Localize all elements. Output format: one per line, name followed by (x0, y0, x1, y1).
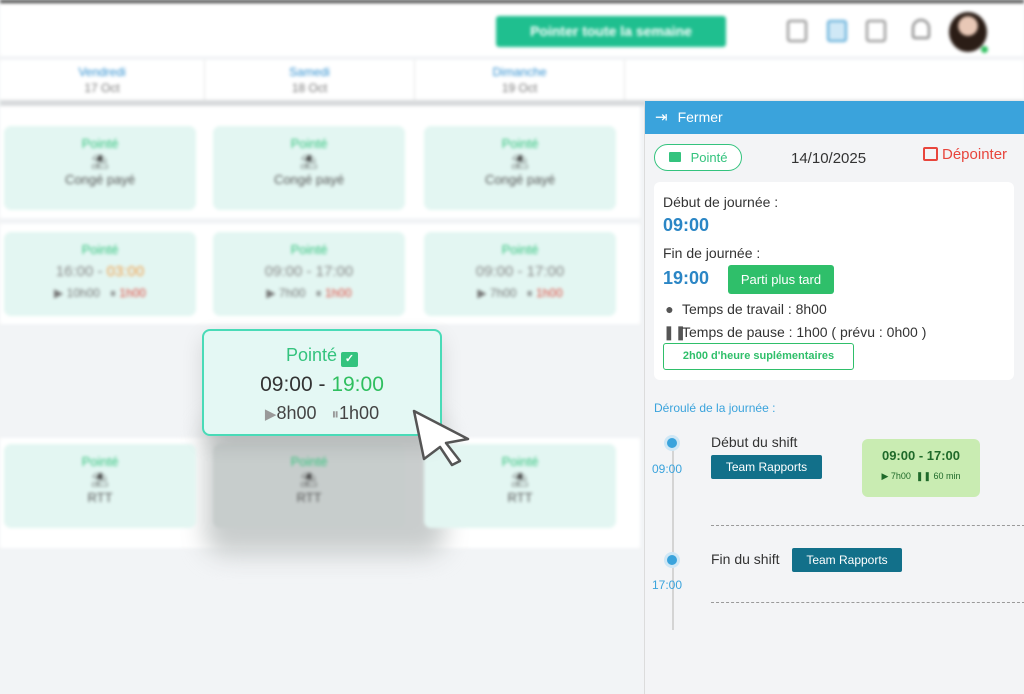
cell-label: Congé payé (64, 172, 136, 187)
start-value: 09:00 (663, 215, 710, 235)
shift-cell[interactable]: Pointé ⛱ Congé payé (213, 126, 405, 210)
status-pill: Pointé (654, 144, 742, 171)
card-time-range: 09:00 - 19:00 (260, 373, 384, 396)
calendar-icon[interactable] (827, 20, 847, 42)
day-name: Dimanche (492, 65, 547, 79)
day-name: Samedi (289, 65, 330, 79)
external-link-icon (923, 147, 938, 161)
cell-durations: ▶ 7h00 ⏸ 1h00 (266, 286, 352, 300)
team-badge[interactable]: Team Rapports (792, 548, 902, 572)
cell-durations: ▶ 10h00 ⏸ 1h00 (54, 286, 146, 300)
timeline-event-title: Début du shift (711, 434, 798, 450)
timeline-dot (664, 435, 680, 451)
cell-time: 16:00 - 03:00 (55, 263, 145, 280)
shift-cell[interactable]: Pointé ⛱ RTT (4, 444, 196, 528)
beach-icon: ⛱ (511, 471, 529, 487)
cell-status: Pointé (81, 136, 119, 151)
cell-status: Pointé (81, 454, 119, 469)
timeline-title: Déroulé de la journée : (654, 401, 776, 415)
timeline-divider (711, 602, 1024, 603)
cell-label: Congé payé (273, 172, 345, 187)
exit-icon: ⇥ (655, 109, 668, 126)
cell-status: Pointé (501, 242, 539, 257)
timeline-time: 17:00 (652, 578, 683, 592)
cell-label: RTT (507, 490, 533, 505)
cell-status: Pointé (81, 242, 119, 257)
timeline-event-title: Fin du shift (711, 551, 780, 567)
day-header-saturday: Samedi 18 Oct (205, 60, 415, 100)
close-panel-button[interactable]: ⇥ Fermer (645, 101, 1024, 134)
end-label: Fin de journée : (663, 245, 761, 261)
focused-shift-card[interactable]: Pointé ✓ 09:00 - 19:00 ▶8h00 ⏸1h00 (202, 329, 442, 436)
planned-shift-card: 09:00 - 17:00 ▶ 7h00 ❚❚ 60 min (862, 439, 980, 497)
online-status-dot (980, 45, 989, 54)
shift-cell[interactable]: Pointé 09:00 - 17:00 ▶ 7h00 ⏸ 1h00 (424, 232, 616, 316)
card-status: Pointé ✓ (204, 345, 440, 367)
day-date: 17 Oct (84, 81, 120, 95)
mouse-pointer-icon (412, 409, 470, 467)
cell-time: 09:00 - 17:00 (264, 263, 354, 280)
beach-icon: ⛱ (511, 153, 529, 169)
day-header-empty (625, 60, 1024, 100)
shift-cell[interactable]: Pointé 09:00 - 17:00 ▶ 7h00 ⏸ 1h00 (213, 232, 405, 316)
cell-label: RTT (87, 490, 113, 505)
cell-status: Pointé (501, 136, 539, 151)
timeline-time: 09:00 (652, 462, 683, 476)
pause-icon: ⏸ (331, 406, 340, 423)
shift-cell[interactable]: Pointé ⛱ Congé payé (4, 126, 196, 210)
calendar-print-icon[interactable] (787, 20, 807, 42)
shift-cell[interactable]: Pointé ⛱ Congé payé (424, 126, 616, 210)
beach-icon: ⛱ (300, 153, 318, 169)
check-icon (668, 152, 681, 162)
beach-icon: ⛱ (91, 471, 109, 487)
cell-label: Congé payé (484, 172, 556, 187)
shift-range: 09:00 - 17:00 (881, 448, 961, 463)
check-icon: ✓ (341, 352, 359, 367)
close-label: Fermer (677, 109, 723, 125)
cell-label: RTT (296, 490, 322, 505)
calendar-alt-icon[interactable] (866, 20, 886, 42)
day-header-friday: Vendredi 17 Oct (0, 60, 205, 100)
day-name: Vendredi (78, 65, 126, 79)
beach-icon: ⛱ (300, 471, 318, 487)
beach-icon: ⛱ (91, 153, 109, 169)
cell-status: Pointé (290, 454, 328, 469)
cell-time: 09:00 - 17:00 (475, 263, 565, 280)
cell-status: Pointé (290, 136, 328, 151)
day-detail-panel: ⇥ Fermer Pointé 14/10/2025 Dépointer Débu… (644, 101, 1024, 694)
overtime-badge: 2h00 d'heure suplémentaires (663, 343, 854, 370)
punch-week-button[interactable]: Pointer toute la semaine (496, 16, 726, 47)
shift-cell[interactable]: Pointé ⛱ RTT (213, 444, 405, 528)
play-icon: ▶ (264, 406, 277, 423)
end-value: 19:00 (663, 268, 710, 288)
shift-durations: ▶ 7h00 ❚❚ 60 min (881, 471, 961, 481)
team-badge[interactable]: Team Rapports (711, 455, 822, 479)
clock-icon: ● (665, 301, 674, 317)
start-label: Début de journée : (663, 194, 779, 210)
card-durations: ▶8h00 ⏸1h00 (264, 403, 380, 423)
timeline-dot (664, 552, 680, 568)
day-summary-box: Début de journée : 09:00 Fin de journée … (654, 182, 1014, 380)
pause-time-line: ❚❚Temps de pause : 1h00 ( prévu : 0h00 ) (663, 324, 927, 340)
cell-status: Pointé (290, 242, 328, 257)
shift-cell[interactable]: Pointé 16:00 - 03:00 ▶ 10h00 ⏸ 1h00 (4, 232, 196, 316)
panel-date: 14/10/2025 (791, 150, 867, 167)
cell-durations: ▶ 7h00 ⏸ 1h00 (477, 286, 563, 300)
unpoint-button[interactable]: Dépointer (923, 146, 1007, 163)
day-header-sunday: Dimanche 19 Oct (415, 60, 625, 100)
work-time-line: ● Temps de travail : 8h00 (663, 301, 826, 317)
top-bar: Pointer toute la semaine (0, 0, 1024, 56)
bell-icon[interactable] (912, 19, 930, 39)
pause-icon: ❚❚ (663, 324, 687, 340)
timeline-divider (711, 525, 1024, 526)
day-date: 18 Oct (291, 81, 328, 95)
planning-app: Pointer toute la semaine Vendredi 17 Oct… (0, 0, 1024, 694)
day-date: 19 Oct (501, 81, 538, 95)
left-late-badge: Parti plus tard (728, 265, 834, 294)
